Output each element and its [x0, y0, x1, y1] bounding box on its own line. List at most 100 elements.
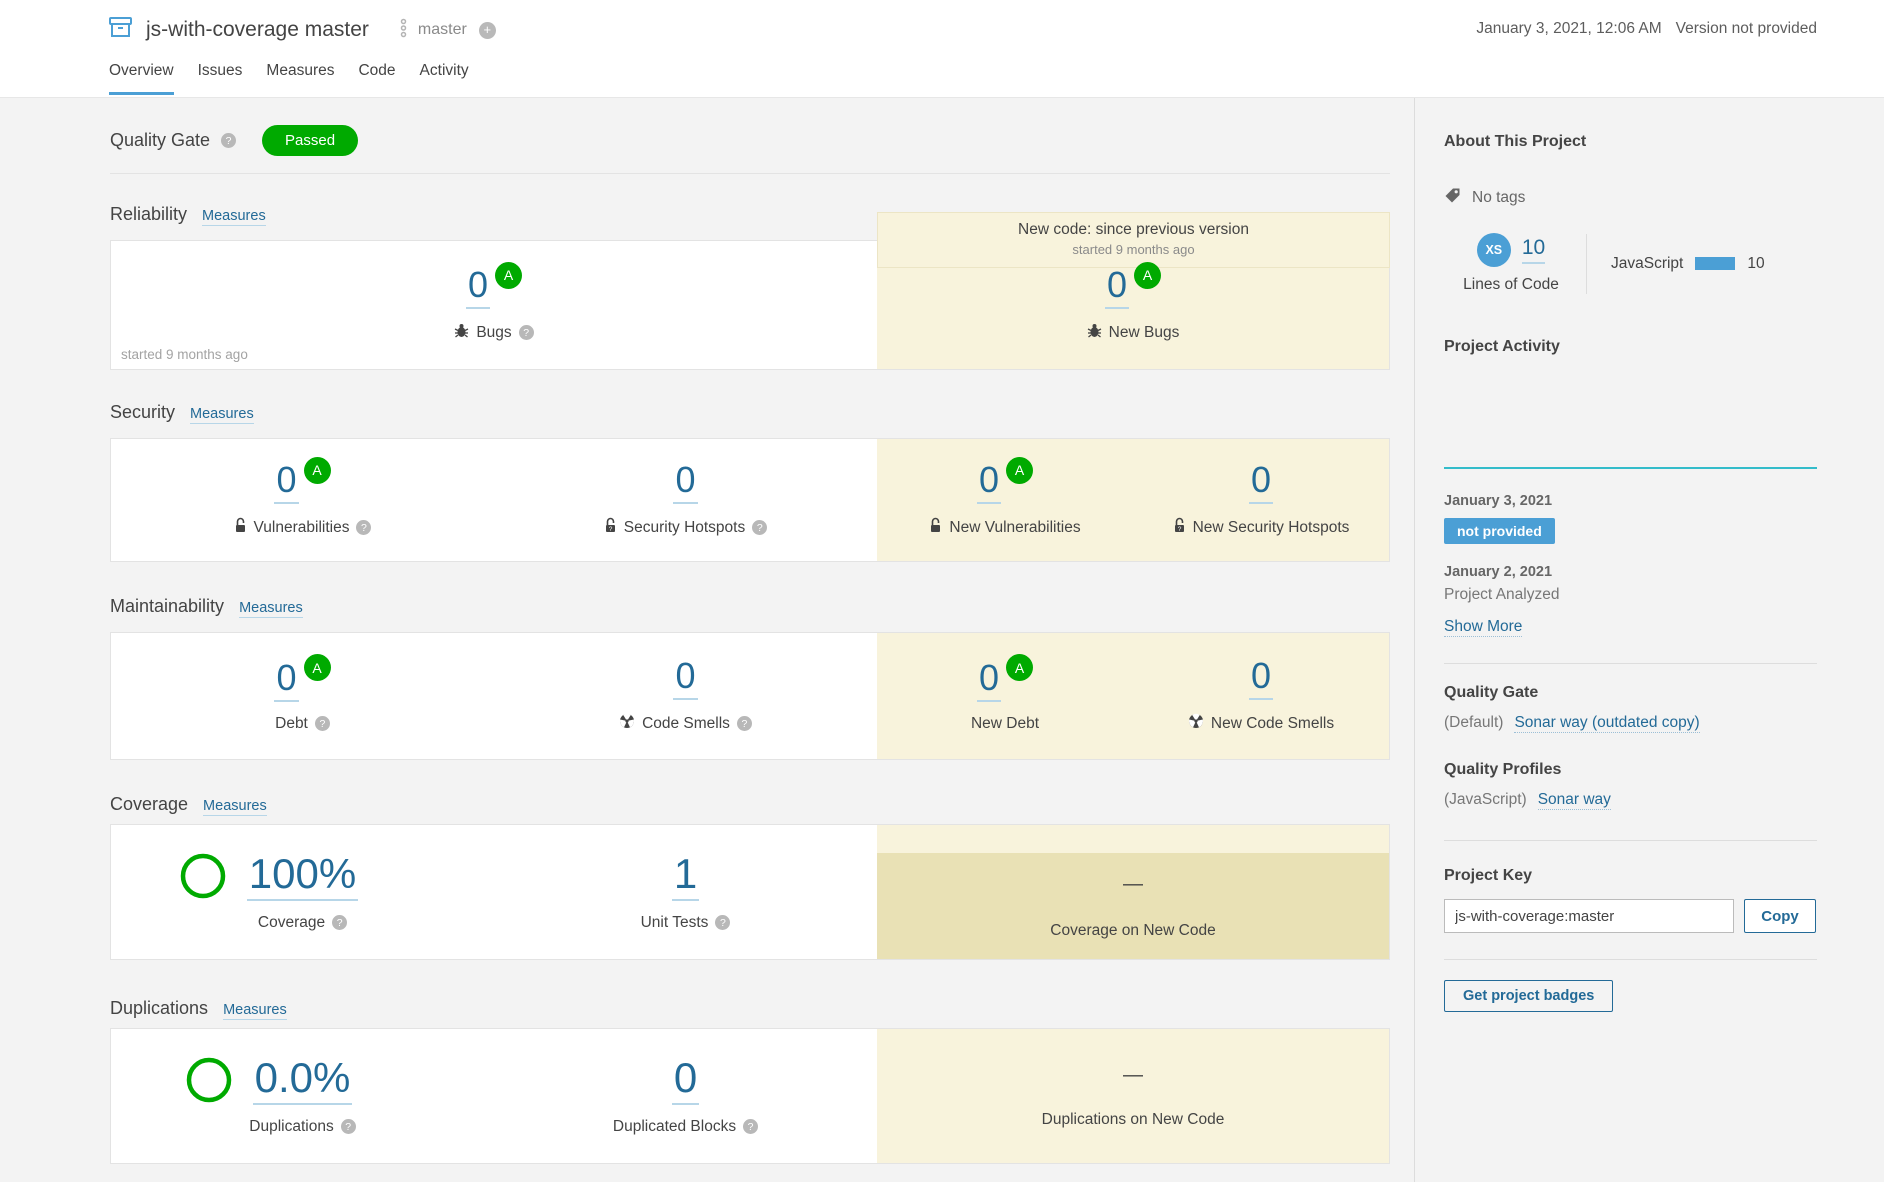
duplications-label: Duplications [249, 1118, 333, 1136]
event-date: January 3, 2021 [1444, 493, 1817, 509]
measures-link[interactable]: Measures [190, 406, 254, 424]
coverage-on-new-code-box: — Coverage on New Code [877, 853, 1389, 959]
section-coverage: Coverage Measures 100% Coverage ? [110, 794, 1390, 960]
section-reliability: New code: since previous version started… [110, 204, 1390, 370]
section-title: Maintainability [110, 596, 224, 617]
duplications-on-new-code-box: — Duplications on New Code [877, 1029, 1389, 1163]
show-more-link[interactable]: Show More [1444, 618, 1522, 637]
coverage-ring-icon [179, 852, 227, 905]
coverage-on-new-code-label: Coverage on New Code [1050, 922, 1215, 940]
duplications-on-new-code-label: Duplications on New Code [1042, 1111, 1225, 1129]
help-icon[interactable]: ? [743, 1119, 758, 1134]
leak-period-note: started 9 months ago [121, 347, 248, 362]
help-icon[interactable]: ? [221, 133, 236, 148]
loc-value[interactable]: 10 [1522, 236, 1545, 264]
project-key-input[interactable] [1444, 899, 1734, 933]
security-hotspots-value[interactable]: 0 [673, 462, 697, 504]
tab-measures[interactable]: Measures [266, 62, 334, 95]
new-code-banner-subtitle: started 9 months ago [878, 242, 1389, 257]
quality-gate-link[interactable]: Sonar way (outdated copy) [1514, 714, 1699, 733]
analysis-version: Version not provided [1676, 20, 1817, 38]
coverage-value[interactable]: 100% [247, 853, 358, 901]
size-rating-badge: XS [1477, 233, 1511, 267]
duplications-value[interactable]: 0.0% [253, 1057, 353, 1105]
metric-new-vulnerabilities: 0 A New Vulnerabilities [877, 439, 1133, 561]
vulnerabilities-label: Vulnerabilities [254, 519, 350, 537]
tags-row[interactable]: No tags [1444, 187, 1817, 209]
help-icon[interactable]: ? [519, 325, 534, 340]
project-icon [108, 16, 133, 44]
security-hotspot-icon: ? [604, 517, 617, 538]
debt-value[interactable]: 0 [274, 660, 298, 702]
duplications-ring-icon [185, 1056, 233, 1109]
project-key-title: Project Key [1444, 867, 1817, 885]
section-title: Coverage [110, 794, 188, 815]
tab-overview[interactable]: Overview [109, 62, 174, 95]
event-label: Project Analyzed [1444, 586, 1817, 604]
metric-new-debt: 0 A New Debt [877, 633, 1133, 759]
vulnerabilities-value[interactable]: 0 [274, 462, 298, 504]
security-hotspots-label: Security Hotspots [624, 519, 745, 537]
debt-rating-badge[interactable]: A [304, 654, 331, 681]
new-security-hotspots-value[interactable]: 0 [1249, 462, 1273, 504]
security-hotspot-icon: ? [1173, 517, 1186, 538]
help-icon[interactable]: ? [737, 716, 752, 731]
get-project-badges-button[interactable]: Get project badges [1444, 980, 1613, 1012]
new-bugs-rating-badge[interactable]: A [1134, 262, 1161, 289]
help-icon[interactable]: ? [752, 520, 767, 535]
quality-profile-link[interactable]: Sonar way [1538, 791, 1611, 810]
bug-icon [1087, 322, 1102, 343]
quality-gate-row: Quality Gate ? Passed [110, 125, 1390, 156]
debt-label: Debt [275, 715, 308, 733]
metric-duplications: 0.0% Duplications ? [111, 1029, 494, 1163]
language-loc: 10 [1747, 255, 1764, 273]
tab-code[interactable]: Code [358, 62, 395, 95]
measures-link[interactable]: Measures [202, 208, 266, 226]
overview-content: Quality Gate ? Passed New code: since pr… [110, 98, 1390, 1164]
tab-issues[interactable]: Issues [198, 62, 243, 95]
activity-event: January 2, 2021 Project Analyzed [1444, 564, 1817, 604]
quality-gate-label: Quality Gate [110, 130, 210, 151]
tab-activity[interactable]: Activity [420, 62, 469, 95]
security-card: 0 A Vulnerabilities ? 0 ? Secur [110, 438, 1390, 562]
branch-icon [399, 18, 408, 43]
bugs-value[interactable]: 0 [466, 267, 490, 309]
divider [1444, 840, 1817, 841]
copy-button[interactable]: Copy [1744, 899, 1816, 933]
bug-icon [454, 322, 469, 343]
new-code-smells-value[interactable]: 0 [1249, 658, 1273, 700]
new-vulnerabilities-label: New Vulnerabilities [949, 519, 1080, 537]
help-icon[interactable]: ? [315, 716, 330, 731]
unit-tests-value[interactable]: 1 [672, 853, 699, 901]
quality-gate-status-badge: Passed [262, 125, 358, 156]
section-security: Security Measures 0 A Vulnerabilities ? [110, 402, 1390, 562]
metric-debt: 0 A Debt ? [111, 633, 494, 759]
help-icon[interactable]: ? [356, 520, 371, 535]
new-bugs-value[interactable]: 0 [1105, 267, 1129, 309]
branch-selector[interactable]: master + [399, 18, 496, 43]
new-code-banner: New code: since previous version started… [877, 212, 1390, 268]
duplicated-blocks-value[interactable]: 0 [672, 1057, 699, 1105]
help-icon[interactable]: ? [332, 915, 347, 930]
activity-event: January 3, 2021 not provided [1444, 493, 1817, 544]
unit-tests-label: Unit Tests [641, 914, 709, 932]
metric-code-smells: 0 Code Smells ? [494, 633, 877, 759]
new-code-smells-label: New Code Smells [1211, 715, 1334, 733]
maintainability-card: 0 A Debt ? 0 Code Smells ? [110, 632, 1390, 760]
section-title: Duplications [110, 998, 208, 1019]
measures-link[interactable]: Measures [203, 798, 267, 816]
vulnerabilities-rating-badge[interactable]: A [304, 457, 331, 484]
code-smells-value[interactable]: 0 [673, 658, 697, 700]
measures-link[interactable]: Measures [223, 1002, 287, 1020]
bugs-rating-badge[interactable]: A [495, 262, 522, 289]
branch-add-icon[interactable]: + [479, 22, 496, 39]
code-smell-icon [1188, 713, 1204, 734]
help-icon[interactable]: ? [341, 1119, 356, 1134]
analysis-meta: January 3, 2021, 12:06 AM Version not pr… [1476, 20, 1817, 38]
new-vulnerabilities-rating-badge[interactable]: A [1006, 457, 1033, 484]
help-icon[interactable]: ? [715, 915, 730, 930]
new-debt-value[interactable]: 0 [977, 660, 1001, 702]
new-debt-rating-badge[interactable]: A [1006, 654, 1033, 681]
new-vulnerabilities-value[interactable]: 0 [977, 462, 1001, 504]
measures-link[interactable]: Measures [239, 600, 303, 618]
